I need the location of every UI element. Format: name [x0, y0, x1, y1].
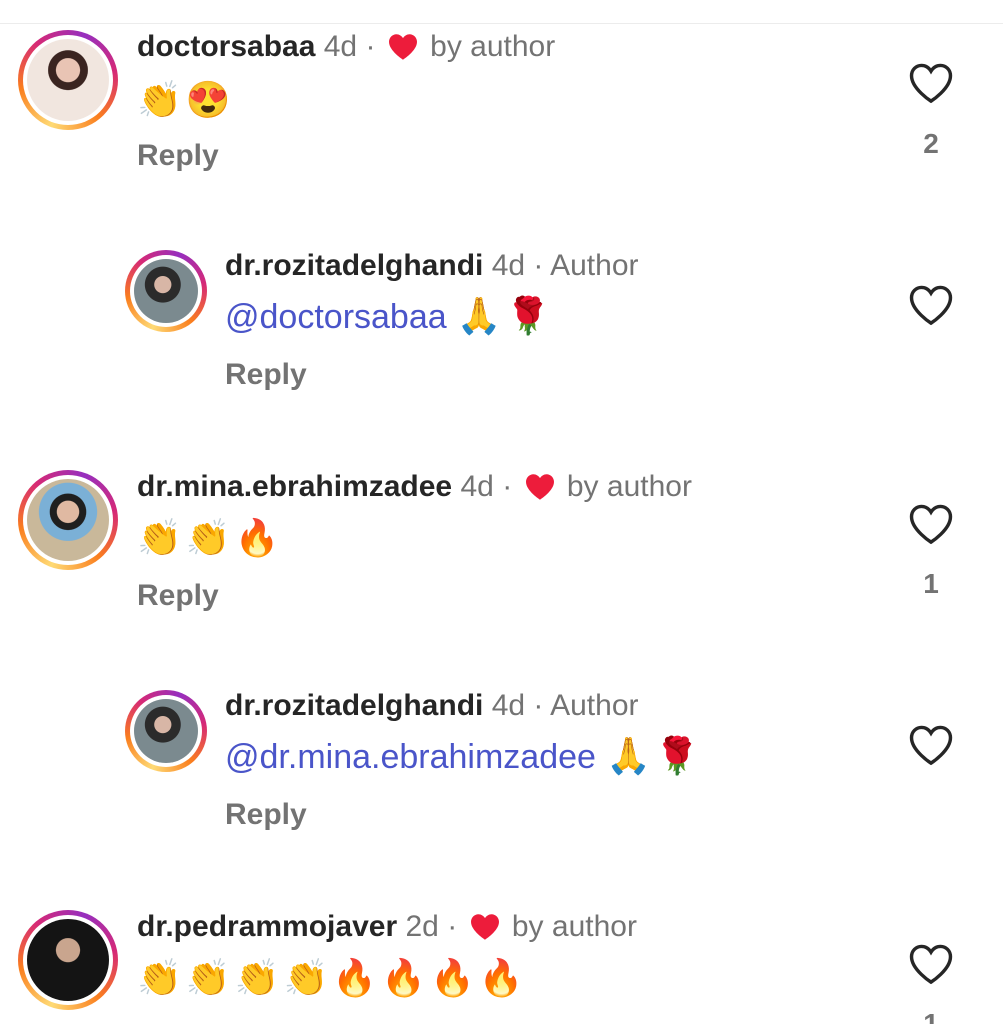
heart-outline-icon[interactable] — [908, 943, 954, 985]
comment-time: 4d — [491, 689, 526, 722]
top-divider — [0, 23, 1003, 24]
fire-emoji: 🔥 — [381, 957, 426, 998]
avatar-photo — [27, 919, 109, 1001]
comment-time: 4d — [323, 30, 358, 63]
reply-button[interactable]: Reply — [225, 358, 307, 392]
author-badge: Author — [550, 689, 639, 722]
clap-emoji: 👏 — [185, 957, 231, 998]
comment-time: 4d — [460, 470, 494, 503]
avatar-photo — [134, 699, 198, 763]
like-count: 1 — [923, 568, 939, 599]
comment-text: 👏 😍 — [137, 77, 235, 123]
separator: · — [365, 30, 376, 63]
clap-emoji: 👏 — [185, 517, 231, 558]
fire-emoji: 🔥 — [429, 957, 475, 998]
reply-button[interactable]: Reply — [137, 139, 219, 173]
fire-emoji: 🔥 — [478, 957, 524, 998]
avatar[interactable] — [125, 690, 207, 772]
author-badge: Author — [550, 249, 639, 282]
comment-text: @dr.mina.ebrahimzadee 🙏 🌹 — [225, 733, 704, 780]
comment-time: 4d — [491, 249, 526, 282]
heart-filled-icon — [388, 34, 417, 60]
reply-button[interactable]: Reply — [137, 579, 219, 613]
comment-username[interactable]: dr.pedrammojaver — [137, 910, 397, 943]
comment-text: 👏 👏 👏 👏 🔥 🔥 🔥 🔥 — [137, 955, 528, 1001]
rose-emoji: 🌹 — [654, 735, 700, 776]
separator: · — [533, 689, 544, 722]
fire-emoji: 🔥 — [332, 957, 378, 998]
liked-by-author-label: by author — [511, 910, 637, 943]
avatar-photo — [27, 39, 109, 121]
separator: · — [533, 249, 544, 282]
avatar[interactable] — [18, 30, 118, 130]
separator: · — [447, 910, 458, 943]
heart-eyes-emoji: 😍 — [185, 79, 231, 120]
comment-username[interactable]: dr.mina.ebrahimzadee — [137, 470, 452, 503]
clap-emoji: 👏 — [137, 79, 182, 120]
comment-username[interactable]: dr.rozitadelghandi — [225, 689, 483, 722]
avatar-photo — [27, 479, 109, 561]
clap-emoji: 👏 — [137, 517, 182, 558]
avatar[interactable] — [18, 910, 118, 1010]
separator: · — [502, 470, 513, 503]
rose-emoji: 🌹 — [505, 295, 551, 336]
heart-outline-icon[interactable] — [908, 503, 954, 545]
comment-time: 2d — [405, 910, 439, 943]
comment-username[interactable]: dr.rozitadelghandi — [225, 249, 483, 282]
avatar[interactable] — [125, 250, 207, 332]
liked-by-author-label: by author — [566, 470, 692, 503]
heart-filled-icon — [525, 474, 554, 500]
folded-hands-emoji: 🙏 — [456, 295, 502, 336]
mention-link[interactable]: @dr.mina.ebrahimzadee — [225, 738, 596, 776]
clap-emoji: 👏 — [234, 957, 280, 998]
heart-outline-icon[interactable] — [908, 724, 954, 766]
like-count: 1 — [923, 1008, 939, 1024]
avatar[interactable] — [18, 470, 118, 570]
fire-emoji: 🔥 — [234, 517, 280, 558]
comment-username[interactable]: doctorsabaa — [137, 30, 315, 63]
liked-by-author-label: by author — [430, 30, 556, 63]
folded-hands-emoji: 🙏 — [605, 735, 651, 776]
heart-filled-icon — [470, 914, 499, 940]
comment-text: 👏 👏 🔥 — [137, 515, 283, 561]
comment-text: @doctorsabaa 🙏 🌹 — [225, 293, 554, 340]
clap-emoji: 👏 — [283, 957, 329, 998]
reply-button[interactable]: Reply — [225, 798, 307, 832]
heart-outline-icon[interactable] — [908, 62, 954, 104]
clap-emoji: 👏 — [137, 957, 182, 998]
mention-link[interactable]: @doctorsabaa — [225, 298, 447, 336]
heart-outline-icon[interactable] — [908, 284, 954, 326]
avatar-photo — [134, 259, 198, 323]
like-count: 2 — [923, 128, 939, 159]
